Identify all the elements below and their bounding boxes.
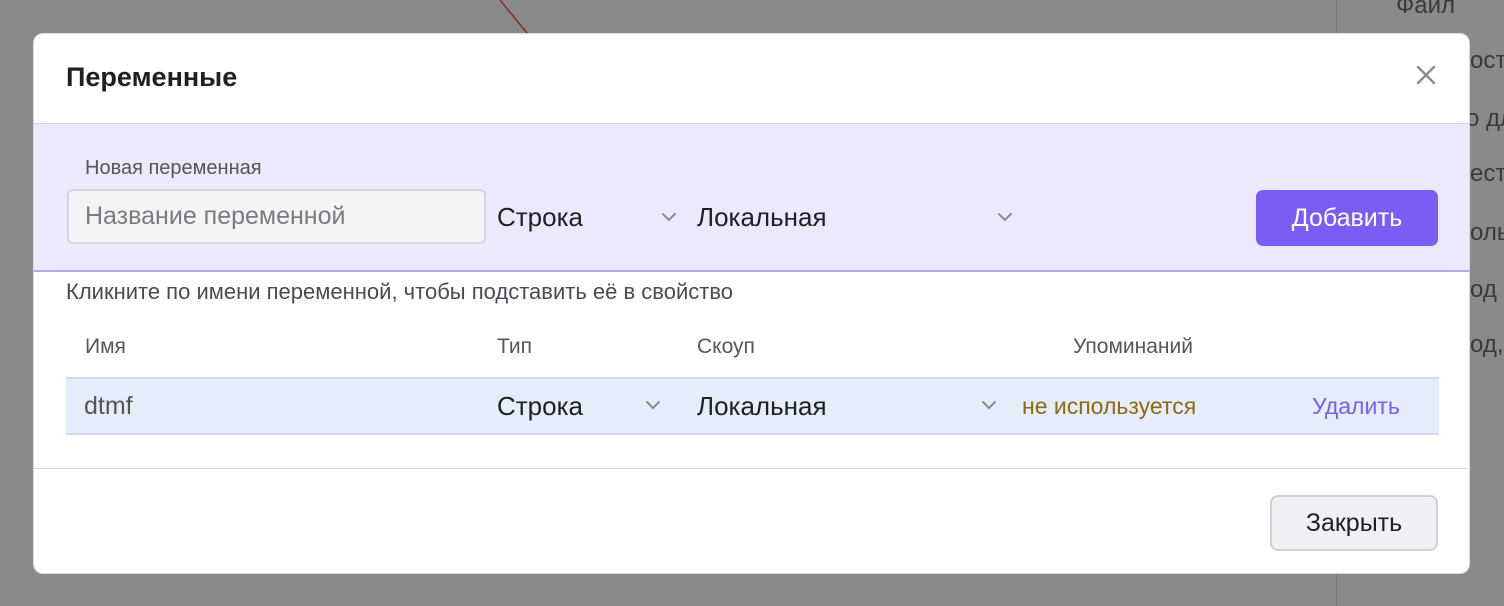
column-header-mentions: Упоминаний: [1073, 335, 1193, 358]
background-text: Файл: [1396, 0, 1456, 19]
row-type-value: Строка: [497, 390, 584, 421]
close-icon[interactable]: [1413, 62, 1439, 88]
row-type-select[interactable]: Строка: [497, 379, 661, 433]
new-variable-type-value: Строка: [497, 202, 584, 232]
variables-modal: Переменные Новая переменная Строка Локал…: [33, 33, 1470, 574]
background-text: о дл: [1466, 105, 1504, 132]
new-variable-label: Новая переменная: [85, 157, 262, 179]
variable-name-link[interactable]: dtmf: [84, 379, 133, 433]
chevron-down-icon: [982, 401, 996, 410]
chevron-down-icon: [662, 212, 676, 221]
modal-footer: Закрыть: [34, 468, 1469, 573]
modal-header: Переменные: [34, 34, 1469, 124]
background-text: ост: [1470, 47, 1504, 74]
new-variable-type-select[interactable]: Строка: [497, 190, 677, 245]
column-header-scope: Скоуп: [697, 335, 755, 358]
column-header-type: Тип: [497, 335, 533, 358]
background-text: од,: [1470, 331, 1504, 358]
column-header-name: Имя: [85, 335, 126, 358]
new-variable-scope-select[interactable]: Локальная: [697, 190, 1013, 245]
chevron-down-icon: [646, 401, 660, 410]
chevron-down-icon: [998, 212, 1012, 221]
delete-variable-button[interactable]: Удалить: [1312, 379, 1400, 433]
modal-title: Переменные: [66, 62, 238, 92]
new-variable-scope-value: Локальная: [697, 202, 827, 232]
background-text: оль: [1470, 219, 1504, 246]
background-text: ест: [1470, 160, 1504, 187]
mentions-status: не используется: [1022, 392, 1197, 419]
add-variable-button[interactable]: Добавить: [1256, 190, 1438, 246]
background-text: од: [1470, 276, 1497, 303]
hint-text: Кликните по имени переменной, чтобы подс…: [66, 279, 734, 304]
close-button[interactable]: Закрыть: [1270, 495, 1438, 551]
table-row: dtmf Строка Локальная не используется Уд…: [66, 377, 1439, 435]
variable-name-input[interactable]: [67, 189, 486, 244]
row-scope-value: Локальная: [697, 390, 827, 421]
row-scope-select[interactable]: Локальная: [697, 379, 997, 433]
new-variable-section: Новая переменная Строка Локальная Добави…: [34, 124, 1469, 272]
